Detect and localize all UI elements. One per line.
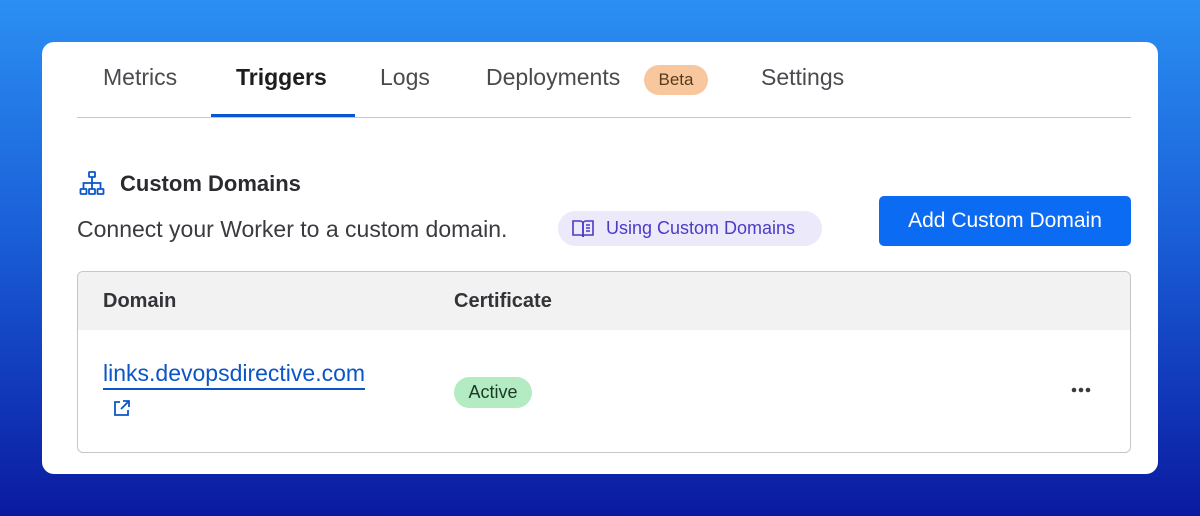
tab-settings[interactable]: Settings: [761, 64, 844, 118]
workers-panel: Metrics Triggers Logs Deployments Beta S…: [42, 42, 1158, 474]
docs-link[interactable]: Using Custom Domains: [558, 211, 822, 246]
external-link-icon[interactable]: [112, 398, 132, 418]
column-header-domain: Domain: [103, 290, 177, 312]
beta-badge: Beta: [644, 65, 708, 95]
tab-triggers[interactable]: Triggers: [236, 64, 327, 118]
sitemap-icon: [79, 171, 105, 195]
active-tab-indicator: [211, 114, 355, 117]
certificate-status-badge: Active: [454, 377, 532, 408]
tab-bar: Metrics Triggers Logs Deployments Beta S…: [77, 42, 1131, 118]
domain-link[interactable]: links.devopsdirective.com: [103, 360, 366, 390]
column-header-certificate: Certificate: [454, 290, 552, 312]
custom-domains-table: Domain Certificate links.devopsdirective…: [77, 271, 1131, 453]
section-title: Custom Domains: [120, 171, 301, 196]
add-custom-domain-button[interactable]: Add Custom Domain: [879, 196, 1131, 246]
table-header: Domain Certificate: [78, 272, 1130, 330]
more-actions-icon[interactable]: [1066, 375, 1096, 405]
tab-deployments[interactable]: Deployments: [486, 64, 620, 118]
section-description: Connect your Worker to a custom domain.: [77, 216, 508, 242]
book-icon: [572, 220, 594, 238]
docs-link-label: Using Custom Domains: [606, 218, 796, 238]
tab-metrics[interactable]: Metrics: [103, 64, 177, 118]
tab-logs[interactable]: Logs: [380, 64, 430, 118]
